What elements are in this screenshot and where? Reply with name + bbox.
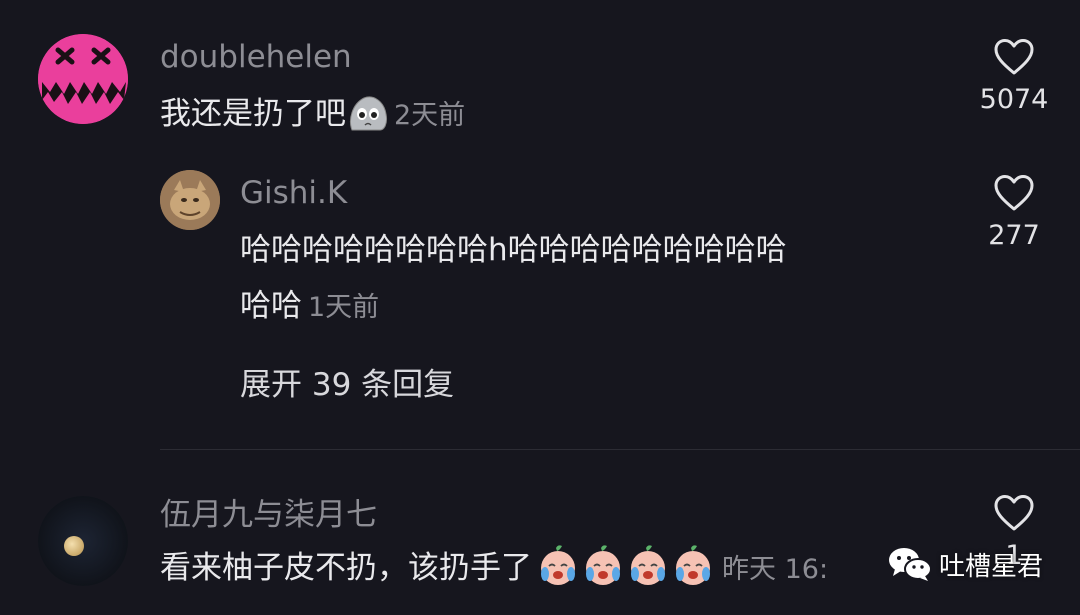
comment-body: 我还是扔了吧 [160, 96, 346, 132]
heart-outline-icon [994, 175, 1034, 211]
like-count: 277 [988, 220, 1040, 251]
expand-replies-button[interactable]: 展开 39 条回复 [240, 370, 454, 401]
reply-body-line1: 哈哈哈哈哈哈哈哈h哈哈哈哈哈哈哈哈哈 [240, 232, 787, 268]
comment-text: 我还是扔了吧 2天前 [160, 88, 465, 148]
heart-outline-icon [994, 495, 1034, 531]
crying-peach-emoji [536, 544, 716, 602]
reply-text-continued: 哈哈 1天前 [240, 280, 379, 334]
watermark: 吐槽星君 [887, 545, 1043, 583]
reply-time: 1天前 [308, 292, 380, 323]
pleading-stone-face-emoji [346, 94, 388, 148]
like-button[interactable]: 5074 [964, 38, 1064, 113]
like-button[interactable]: 277 [964, 174, 1064, 249]
username[interactable]: doublehelen [160, 42, 352, 73]
avatar[interactable] [160, 170, 220, 230]
cat-photo-avatar [160, 170, 220, 230]
avatar[interactable] [38, 34, 128, 124]
avatar[interactable] [38, 496, 128, 586]
username[interactable]: 伍月九与柒月七 [160, 500, 377, 531]
comment-text: 看来柚子皮不扔，该扔手了 昨天 16: [160, 542, 828, 602]
like-count: 5074 [979, 84, 1049, 115]
divider [160, 449, 1080, 450]
comment-list: doublehelen 我还是扔了吧 2天前 5074 Gishi.K 哈哈哈哈… [0, 0, 1080, 615]
comment-body: 看来柚子皮不扔，该扔手了 [160, 550, 532, 586]
comment-time: 昨天 16: [722, 554, 829, 585]
heart-outline-icon [994, 39, 1034, 75]
reply-text: 哈哈哈哈哈哈哈哈h哈哈哈哈哈哈哈哈哈 [240, 224, 787, 276]
username[interactable]: Gishi.K [240, 178, 347, 209]
pink-x-eyes-face-avatar [38, 34, 128, 124]
watermark-label: 吐槽星君 [939, 551, 1044, 582]
moon-avatar [38, 496, 128, 586]
comment-time: 2天前 [394, 100, 466, 131]
reply-body-line2: 哈哈 [240, 288, 302, 324]
wechat-icon [889, 548, 932, 581]
